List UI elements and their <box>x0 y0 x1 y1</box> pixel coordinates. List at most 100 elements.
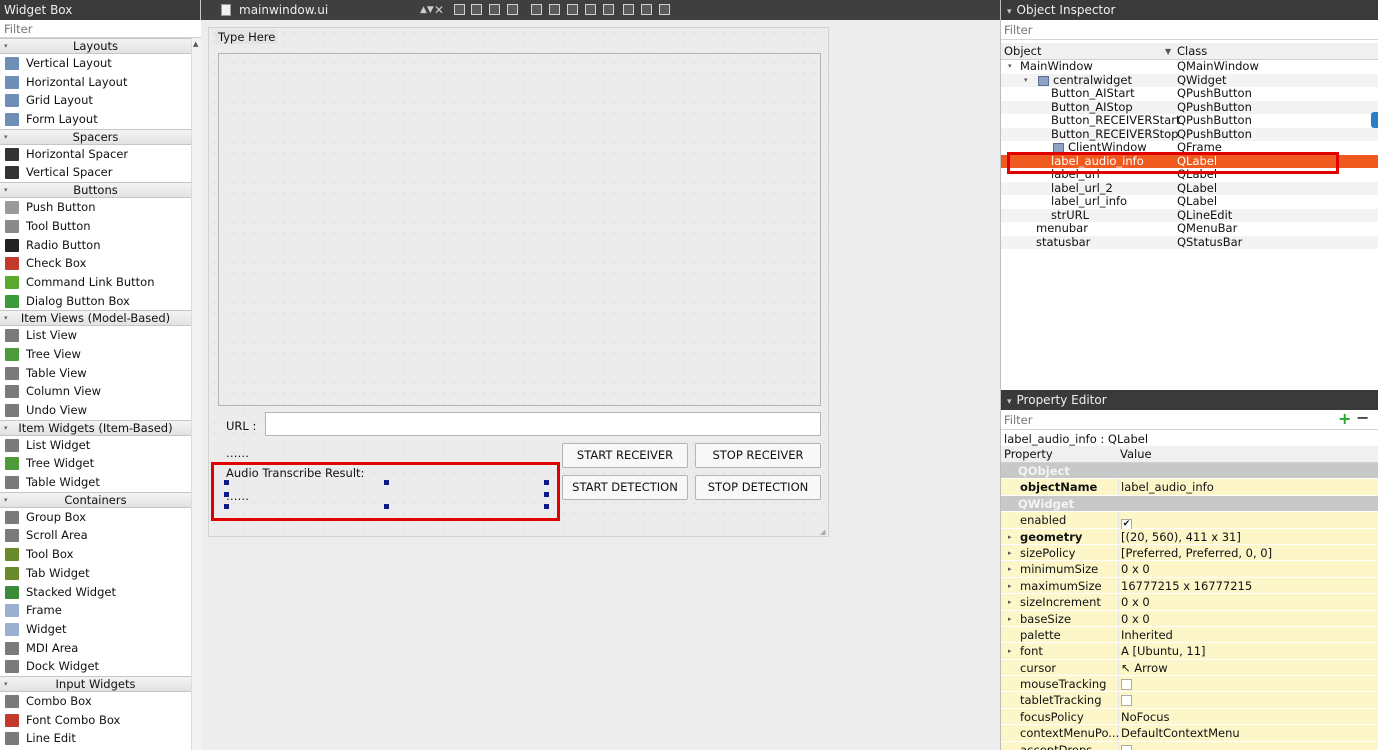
widget-item[interactable]: Tree View <box>0 345 191 364</box>
widget-category[interactable]: ▾ Item Widgets (Item-Based) <box>0 419 191 436</box>
add-property-icon[interactable]: + <box>1338 409 1351 428</box>
widget-box-scrollbar[interactable]: ▲ <box>191 38 201 750</box>
widget-item[interactable]: Tool Button <box>0 217 191 236</box>
widget-item[interactable]: Vertical Spacer <box>0 163 191 182</box>
expand-icon[interactable]: ▾ <box>4 183 8 198</box>
object-tree-row[interactable]: ▾ MainWindow QMainWindow <box>1001 59 1378 74</box>
close-icon[interactable]: ✕ <box>434 0 444 20</box>
url-line-edit[interactable] <box>265 412 821 436</box>
column-property-header[interactable]: Property <box>1004 446 1053 463</box>
object-tree-row[interactable]: ▾ centralwidget QWidget <box>1001 73 1378 88</box>
layout-form-icon[interactable] <box>549 4 560 15</box>
layout-splitter-v-icon[interactable] <box>507 4 518 15</box>
widget-item[interactable]: Vertical Layout <box>0 54 191 73</box>
widget-item[interactable]: Dock Widget <box>0 657 191 676</box>
object-tree-row[interactable]: Button_RECEIVERStop QPushButton <box>1001 127 1378 141</box>
property-value[interactable]: DefaultContextMenu <box>1121 725 1240 741</box>
label-url[interactable]: URL : <box>226 419 256 433</box>
widget-item[interactable]: Table Widget <box>0 473 191 492</box>
expand-icon[interactable]: ▸ <box>1008 578 1012 594</box>
property-value[interactable]: 16777215 x 16777215 <box>1121 578 1252 594</box>
expand-icon[interactable]: ▸ <box>1008 643 1012 659</box>
property-value[interactable]: label_audio_info <box>1121 479 1214 495</box>
property-row[interactable]: ▸ sizeIncrement 0 x 0 <box>1001 594 1378 611</box>
menu-type-here[interactable]: Type Here <box>215 30 279 44</box>
widget-category[interactable]: ▾ Containers <box>0 491 191 508</box>
widget-item[interactable]: Radio Button <box>0 236 191 255</box>
property-checkbox[interactable] <box>1121 679 1132 691</box>
property-row[interactable]: ▸ maximumSize 16777215 x 16777215 <box>1001 577 1378 595</box>
layout-grid-icon[interactable] <box>531 4 542 15</box>
scroll-up-icon[interactable]: ▲ <box>193 40 198 48</box>
object-inspector-filter-input[interactable] <box>1001 20 1378 40</box>
widget-item[interactable]: Column View <box>0 382 191 401</box>
column-class-header[interactable]: Class <box>1177 43 1207 60</box>
form-resize-grip[interactable]: ◢ <box>820 528 828 536</box>
property-value[interactable]: Inherited <box>1121 627 1173 643</box>
widget-item[interactable]: Tree Widget <box>0 454 191 473</box>
widget-item[interactable]: Table View <box>0 364 191 383</box>
property-row[interactable]: palette Inherited <box>1001 626 1378 644</box>
expand-icon[interactable]: ▾ <box>4 421 8 436</box>
object-tree-row[interactable]: label_url_2 QLabel <box>1001 181 1378 195</box>
widget-item[interactable]: Group Box <box>0 508 191 527</box>
label-url-2[interactable]: …… <box>226 446 249 460</box>
collapse-icon[interactable]: ▾ <box>1007 7 1012 17</box>
tree-expand-icon[interactable]: ▾ <box>1008 60 1012 74</box>
property-row[interactable]: ▸ minimumSize 0 x 0 <box>1001 561 1378 578</box>
property-value[interactable]: A [Ubuntu, 11] <box>1121 643 1206 659</box>
expand-icon[interactable]: ▾ <box>4 311 8 326</box>
widget-category[interactable]: ▾ Input Widgets <box>0 675 191 692</box>
widget-item[interactable]: Frame <box>0 601 191 620</box>
widget-item[interactable]: Horizontal Spacer <box>0 145 191 164</box>
widget-category[interactable]: ▾ Layouts <box>0 38 191 54</box>
widget-item[interactable]: Push Button <box>0 198 191 217</box>
property-row[interactable]: ▸ geometry [(20, 560), 411 x 31] <box>1001 528 1378 545</box>
layout-h-split-icon[interactable] <box>603 4 614 15</box>
expand-icon[interactable]: ▾ <box>4 677 8 692</box>
column-value-header[interactable]: Value <box>1120 446 1152 463</box>
property-row[interactable]: ▸ sizePolicy [Preferred, Preferred, 0, 0] <box>1001 544 1378 562</box>
widget-item[interactable]: Horizontal Layout <box>0 73 191 92</box>
widget-item[interactable]: Line Edit <box>0 729 191 748</box>
layout-horizontal-icon[interactable] <box>454 4 465 15</box>
widget-item[interactable]: List View <box>0 326 191 345</box>
widget-item[interactable]: Tool Box <box>0 545 191 564</box>
widget-item[interactable]: MDI Area <box>0 639 191 658</box>
start-receiver-button[interactable]: START RECEIVER <box>562 443 688 468</box>
property-checkbox[interactable] <box>1121 695 1132 707</box>
layout-splitter-h-icon[interactable] <box>489 4 500 15</box>
break-layout-icon[interactable] <box>567 4 578 15</box>
expand-icon[interactable]: ▸ <box>1008 594 1012 610</box>
property-checkbox[interactable] <box>1121 744 1132 750</box>
property-row[interactable]: acceptDrops <box>1001 741 1378 750</box>
property-editor-filter-input[interactable] <box>1001 410 1378 430</box>
object-tree-row[interactable]: Button_AIStop QPushButton <box>1001 100 1378 114</box>
expand-icon[interactable]: ▸ <box>1008 529 1012 545</box>
widget-item[interactable]: Grid Layout <box>0 91 191 110</box>
object-tree-row[interactable]: label_url_info QLabel <box>1001 194 1378 209</box>
widget-category[interactable]: ▾ Item Views (Model-Based) <box>0 310 191 327</box>
column-object-header[interactable]: Object <box>1004 43 1041 60</box>
widget-category[interactable]: ▾ Buttons <box>0 182 191 199</box>
widget-item[interactable]: Form Layout <box>0 110 191 129</box>
widget-item[interactable]: Dialog Button Box <box>0 292 191 311</box>
object-tree-row[interactable]: statusbar QStatusBar <box>1001 235 1378 249</box>
updown-icon[interactable]: ▲▼ <box>420 0 434 20</box>
property-row[interactable]: mouseTracking <box>1001 676 1378 693</box>
widget-item[interactable]: Tab Widget <box>0 564 191 583</box>
file-tab[interactable]: mainwindow.ui <box>221 0 328 20</box>
expand-icon[interactable]: ▸ <box>1008 611 1012 627</box>
property-row[interactable]: ▸ font A [Ubuntu, 11] <box>1001 643 1378 660</box>
widget-item[interactable]: Stacked Widget <box>0 583 191 602</box>
preview-icon[interactable] <box>659 4 670 15</box>
property-value[interactable] <box>1121 676 1132 692</box>
widget-item[interactable]: Combo Box <box>0 692 191 711</box>
tree-expand-icon[interactable]: ▾ <box>1024 74 1028 88</box>
property-row[interactable]: tabletTracking <box>1001 692 1378 709</box>
expand-icon[interactable]: ▾ <box>4 493 8 508</box>
client-window-frame[interactable] <box>218 53 821 406</box>
widget-item[interactable]: Check Box <box>0 254 191 273</box>
widget-item[interactable]: Undo View <box>0 401 191 420</box>
adjust-size-icon[interactable] <box>585 4 596 15</box>
